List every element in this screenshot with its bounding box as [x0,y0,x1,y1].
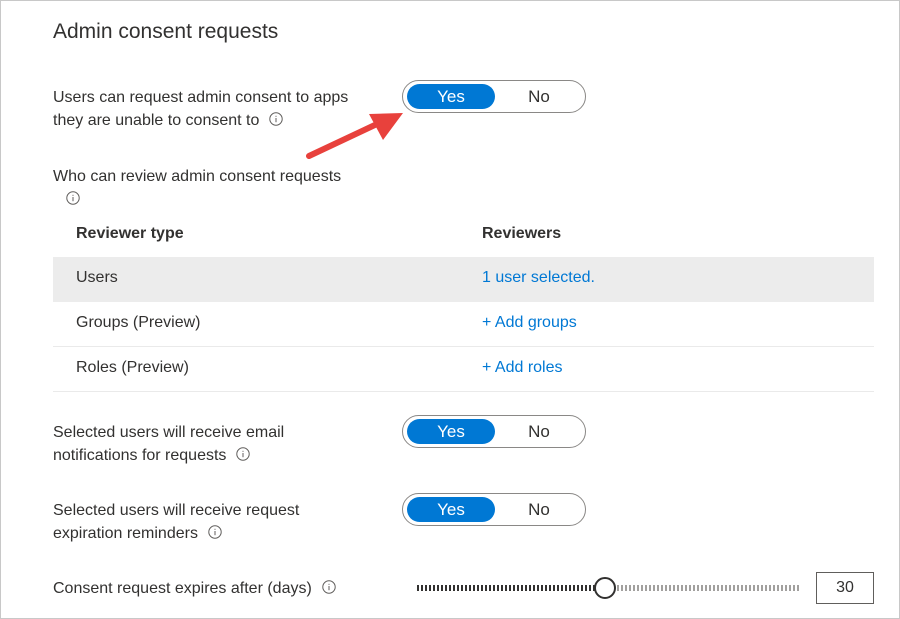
expiry-days-slider[interactable] [417,576,801,600]
expiry-label-text: Consent request expires after (days) [53,580,312,597]
reviewer-type-cell: Users [76,269,118,286]
column-header-reviewers: Reviewers [482,225,562,242]
expiration-reminders-label-line2: expiration reminders [53,522,299,545]
info-icon[interactable] [322,580,336,594]
expiration-reminders-label: Selected users will receive request expi… [53,499,299,545]
expiration-reminders-toggle[interactable]: Yes No [402,493,586,526]
users-selected-link[interactable]: 1 user selected. [482,269,595,287]
email-notifications-label: Selected users will receive email notifi… [53,421,284,467]
email-notifications-toggle[interactable]: Yes No [402,415,586,448]
slider-thumb[interactable] [594,577,617,599]
expiration-reminders-label-line1: Selected users will receive request [53,502,300,519]
expiration-reminders-no-option[interactable]: No [495,497,583,522]
add-roles-link[interactable]: + Add roles [482,359,563,377]
table-row-roles[interactable]: Roles (Preview) + Add roles [53,347,874,392]
request-consent-no-option[interactable]: No [495,84,583,109]
request-consent-label-line2-text: they are unable to consent to [53,112,260,129]
info-icon[interactable] [236,447,251,461]
request-consent-toggle[interactable]: Yes No [402,80,586,113]
add-groups-link[interactable]: + Add groups [482,314,577,332]
email-notifications-no-option[interactable]: No [495,419,583,444]
column-header-reviewer-type: Reviewer type [76,225,184,242]
expiry-days-input[interactable]: 30 [816,572,874,604]
info-icon[interactable] [66,191,80,205]
email-notifications-label-line1: Selected users will receive email [53,424,285,441]
reviewers-table: Reviewer type Reviewers Users 1 user sel… [53,213,874,392]
table-header: Reviewer type Reviewers [53,213,874,257]
reviewer-type-cell: Roles (Preview) [76,359,189,376]
reviewer-type-cell: Groups (Preview) [76,314,201,331]
info-icon[interactable] [208,525,222,539]
reviewers-label: Who can review admin consent requests [53,165,341,205]
expiration-reminders-label-line2-text: expiration reminders [53,525,198,542]
table-row-groups[interactable]: Groups (Preview) + Add groups [53,302,874,347]
request-consent-yes-option[interactable]: Yes [407,84,495,109]
section-title: Admin consent requests [53,20,279,43]
expiry-label: Consent request expires after (days) [53,577,336,600]
email-notifications-yes-option[interactable]: Yes [407,419,495,444]
reviewers-label-text: Who can review admin consent requests [53,168,342,185]
table-row-users[interactable]: Users 1 user selected. [53,257,874,302]
email-notifications-label-line2: notifications for requests [53,444,284,467]
expiration-reminders-yes-option[interactable]: Yes [407,497,495,522]
email-notifications-label-line2-text: notifications for requests [53,447,227,464]
annotation-arrow-icon [306,113,403,159]
info-icon[interactable] [269,112,284,126]
admin-consent-settings-panel: Admin consent requests Users can request… [0,0,900,619]
slider-fill [417,585,606,591]
